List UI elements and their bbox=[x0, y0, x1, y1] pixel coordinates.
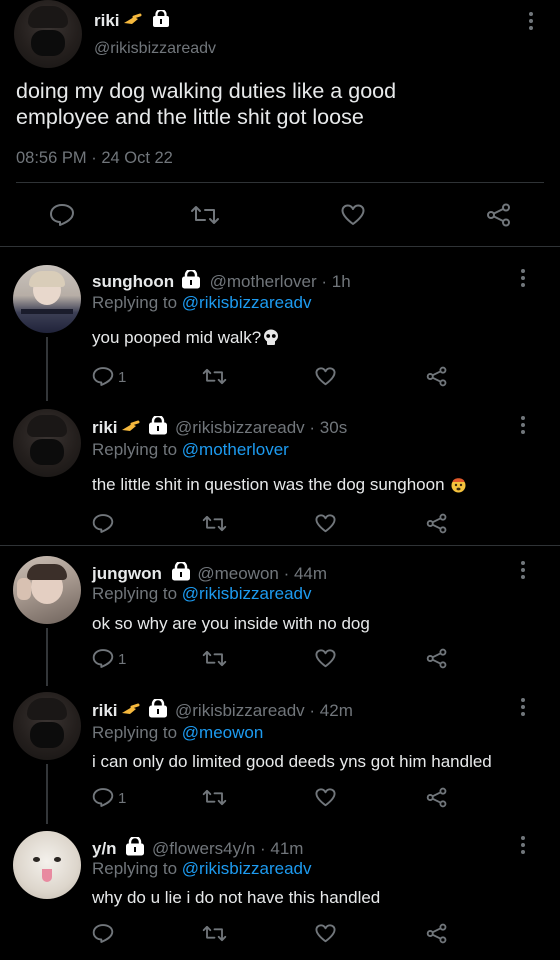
skull-emoji-icon bbox=[263, 329, 279, 351]
author-handle[interactable]: @motherlover bbox=[210, 272, 317, 291]
avatar[interactable] bbox=[13, 265, 81, 333]
avatar[interactable] bbox=[13, 831, 81, 899]
reply-count: 1 bbox=[118, 369, 127, 386]
replying-to-link[interactable]: @rikisbizzareadv bbox=[182, 293, 312, 312]
author-name[interactable]: riki bbox=[94, 11, 120, 30]
author-name[interactable]: riki bbox=[92, 701, 118, 720]
retweet-icon[interactable] bbox=[202, 367, 227, 386]
like-icon[interactable] bbox=[315, 367, 336, 386]
replying-label: Replying to bbox=[92, 584, 178, 603]
meta-separator: · bbox=[91, 149, 97, 167]
lock-icon bbox=[125, 835, 145, 861]
like-icon[interactable] bbox=[315, 514, 336, 533]
author-handle[interactable]: @rikisbizzareadv bbox=[94, 40, 216, 58]
tweet-text-line-1: doing my dog walking duties like a good bbox=[16, 79, 397, 103]
author-name[interactable]: jungwon bbox=[92, 564, 162, 583]
exploding-head-emoji-icon bbox=[450, 476, 467, 498]
retweet-icon[interactable] bbox=[202, 649, 227, 668]
thread-line bbox=[46, 337, 48, 401]
share-icon[interactable] bbox=[426, 787, 448, 808]
like-icon[interactable] bbox=[315, 788, 336, 807]
avatar[interactable] bbox=[13, 409, 81, 477]
more-options-icon[interactable] bbox=[521, 836, 525, 857]
reply-count: 1 bbox=[118, 651, 127, 668]
author-handle[interactable]: @rikisbizzareadv bbox=[175, 701, 305, 720]
avatar[interactable] bbox=[13, 692, 81, 760]
replying-label: Replying to bbox=[92, 440, 178, 459]
replying-to-link[interactable]: @motherlover bbox=[182, 440, 289, 459]
lock-icon bbox=[152, 8, 170, 33]
more-options-icon[interactable] bbox=[529, 12, 533, 33]
reply-time[interactable]: · 42m bbox=[309, 701, 352, 720]
reply-time[interactable]: · 1h bbox=[321, 272, 350, 291]
replying-label: Replying to bbox=[92, 723, 178, 742]
lock-icon bbox=[148, 697, 168, 723]
share-icon[interactable] bbox=[426, 513, 448, 534]
reply-text: ok so why are you inside with no dog bbox=[92, 614, 370, 633]
replying-label: Replying to bbox=[92, 293, 178, 312]
reply-icon[interactable] bbox=[92, 648, 114, 669]
divider bbox=[0, 246, 560, 247]
author-handle[interactable]: @rikisbizzareadv bbox=[175, 418, 305, 437]
lock-icon bbox=[171, 560, 191, 586]
pinching-hand-emoji-icon bbox=[122, 13, 142, 34]
share-icon[interactable] bbox=[426, 648, 448, 669]
avatar[interactable] bbox=[13, 556, 81, 624]
reply-time[interactable]: · 41m bbox=[260, 839, 303, 858]
reply-text: i can only do limited good deeds yns got… bbox=[92, 752, 492, 771]
retweet-icon[interactable] bbox=[190, 204, 220, 226]
tweet-date[interactable]: 24 Oct 22 bbox=[101, 149, 173, 167]
author-name[interactable]: sunghoon bbox=[92, 272, 174, 291]
tweet-text-line-2: employee and the little shit got loose bbox=[16, 105, 364, 129]
author-handle[interactable]: @flowers4y/n bbox=[152, 839, 255, 858]
replying-label: Replying to bbox=[92, 859, 178, 878]
reply-icon[interactable] bbox=[92, 787, 114, 808]
share-icon[interactable] bbox=[426, 923, 448, 944]
reply-text: the little shit in question was the dog … bbox=[92, 475, 445, 494]
pinching-hand-emoji-icon bbox=[120, 703, 140, 724]
avatar[interactable] bbox=[14, 0, 82, 68]
replying-to-link[interactable]: @rikisbizzareadv bbox=[182, 859, 312, 878]
lock-icon bbox=[181, 268, 201, 294]
retweet-icon[interactable] bbox=[202, 924, 227, 943]
replying-to-link[interactable]: @rikisbizzareadv bbox=[182, 584, 312, 603]
like-icon[interactable] bbox=[315, 924, 336, 943]
retweet-icon[interactable] bbox=[202, 514, 227, 533]
more-options-icon[interactable] bbox=[521, 561, 525, 582]
reply-time[interactable]: · 44m bbox=[284, 564, 327, 583]
reply-icon[interactable] bbox=[92, 923, 114, 944]
reply-text: why do u lie i do not have this handled bbox=[92, 888, 381, 907]
author-name[interactable]: riki bbox=[92, 418, 118, 437]
thread-line bbox=[46, 764, 48, 824]
share-icon[interactable] bbox=[486, 203, 512, 227]
reply-icon[interactable] bbox=[92, 513, 114, 534]
replying-to-link[interactable]: @meowon bbox=[182, 723, 264, 742]
reply-icon[interactable] bbox=[49, 203, 75, 227]
divider bbox=[16, 182, 544, 183]
thread-line bbox=[46, 628, 48, 686]
author-handle[interactable]: @meowon bbox=[197, 564, 279, 583]
divider bbox=[0, 545, 560, 546]
like-icon[interactable] bbox=[315, 649, 336, 668]
reply-count: 1 bbox=[118, 790, 127, 807]
more-options-icon[interactable] bbox=[521, 269, 525, 290]
author-name[interactable]: y/n bbox=[92, 839, 117, 858]
more-options-icon[interactable] bbox=[521, 416, 525, 437]
pinching-hand-emoji-icon bbox=[120, 420, 140, 441]
tweet-time[interactable]: 08:56 PM bbox=[16, 149, 87, 167]
reply-icon[interactable] bbox=[92, 366, 114, 387]
like-icon[interactable] bbox=[341, 204, 365, 226]
reply-time[interactable]: · 30s bbox=[309, 418, 347, 437]
lock-icon bbox=[148, 414, 168, 440]
more-options-icon[interactable] bbox=[521, 698, 525, 719]
reply-text: you pooped mid walk? bbox=[92, 328, 262, 347]
retweet-icon[interactable] bbox=[202, 788, 227, 807]
share-icon[interactable] bbox=[426, 366, 448, 387]
